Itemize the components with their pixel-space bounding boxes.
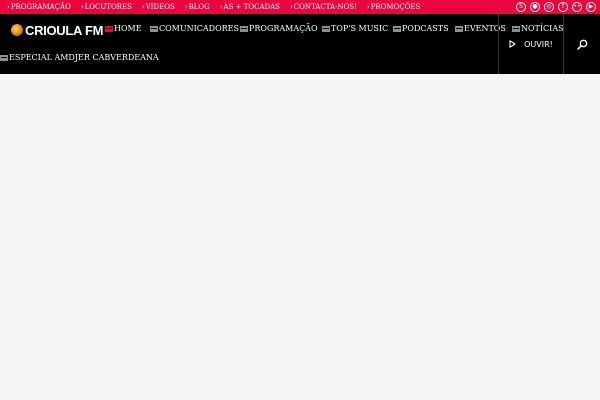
- menu-icon: [105, 26, 113, 32]
- social-links: S ● ◎ f •• ▶: [512, 2, 596, 12]
- menu-icon: [455, 26, 463, 32]
- top-links: ›PROGRAMAÇÃO ›LOCUTORES ›VIDEOS ›BLOG ›A…: [0, 0, 430, 14]
- top-link-programacao[interactable]: ›PROGRAMAÇÃO: [7, 0, 71, 14]
- menu-icon: [322, 26, 330, 32]
- main-navigation: CRIOULA FM HOME COMUNICADORES PROGRAMAÇÃ…: [0, 14, 600, 74]
- chevron-right-icon: ›: [184, 3, 188, 11]
- myspace-icon[interactable]: ●: [530, 2, 540, 12]
- facebook-icon[interactable]: f: [558, 2, 568, 12]
- top-link-contacta-nos[interactable]: ›CONTACTA-NOS!: [290, 0, 357, 14]
- top-link-blog[interactable]: ›BLOG: [185, 0, 210, 14]
- logo-icon: [11, 24, 23, 36]
- nav-item-home[interactable]: HOME: [105, 23, 142, 35]
- listen-live-button[interactable]: OUVIR!: [498, 14, 564, 74]
- menu-icon: [393, 26, 401, 32]
- listen-label: OUVIR!: [524, 39, 553, 49]
- nav-item-especial-amdjer[interactable]: ESPECIAL AMDJER CABVERDEANA: [0, 52, 159, 64]
- instagram-icon[interactable]: ◎: [544, 2, 554, 12]
- page-content: [0, 74, 600, 400]
- top-links-bar: ›PROGRAMAÇÃO ›LOCUTORES ›VIDEOS ›BLOG ›A…: [0, 0, 600, 14]
- top-link-locutores[interactable]: ›LOCUTORES: [81, 0, 132, 14]
- menu-icon: [150, 26, 158, 32]
- menu-icon: [0, 55, 8, 61]
- site-logo[interactable]: CRIOULA FM: [11, 22, 104, 38]
- logo-text: CRIOULA FM: [25, 22, 104, 38]
- chevron-right-icon: ›: [80, 3, 84, 11]
- chevron-right-icon: ›: [219, 3, 223, 11]
- menu-icon: [240, 26, 248, 32]
- play-icon: [509, 40, 516, 48]
- youtube-icon[interactable]: ▶: [586, 2, 596, 12]
- top-link-as-mais-tocadas[interactable]: ›AS + TOCADAS: [220, 0, 280, 14]
- nav-item-programacao[interactable]: PROGRAMAÇÃO: [240, 23, 318, 35]
- nav-item-podcasts[interactable]: PODCASTS: [393, 23, 449, 35]
- nav-item-tops-music[interactable]: TOP'S MUSIC: [322, 23, 388, 35]
- top-link-promocoes[interactable]: ›PROMOÇÕES: [367, 0, 420, 14]
- search-button[interactable]: [565, 14, 600, 74]
- chevron-right-icon: ›: [141, 3, 145, 11]
- chevron-right-icon: ›: [7, 3, 10, 11]
- nav-item-comunicadores[interactable]: COMUNICADORES: [150, 23, 239, 35]
- flickr-icon[interactable]: ••: [572, 2, 582, 12]
- chevron-right-icon: ›: [289, 3, 293, 11]
- top-link-videos[interactable]: ›VIDEOS: [142, 0, 175, 14]
- chevron-right-icon: ›: [366, 3, 370, 11]
- search-icon: [577, 35, 588, 54]
- skype-icon[interactable]: S: [516, 2, 526, 12]
